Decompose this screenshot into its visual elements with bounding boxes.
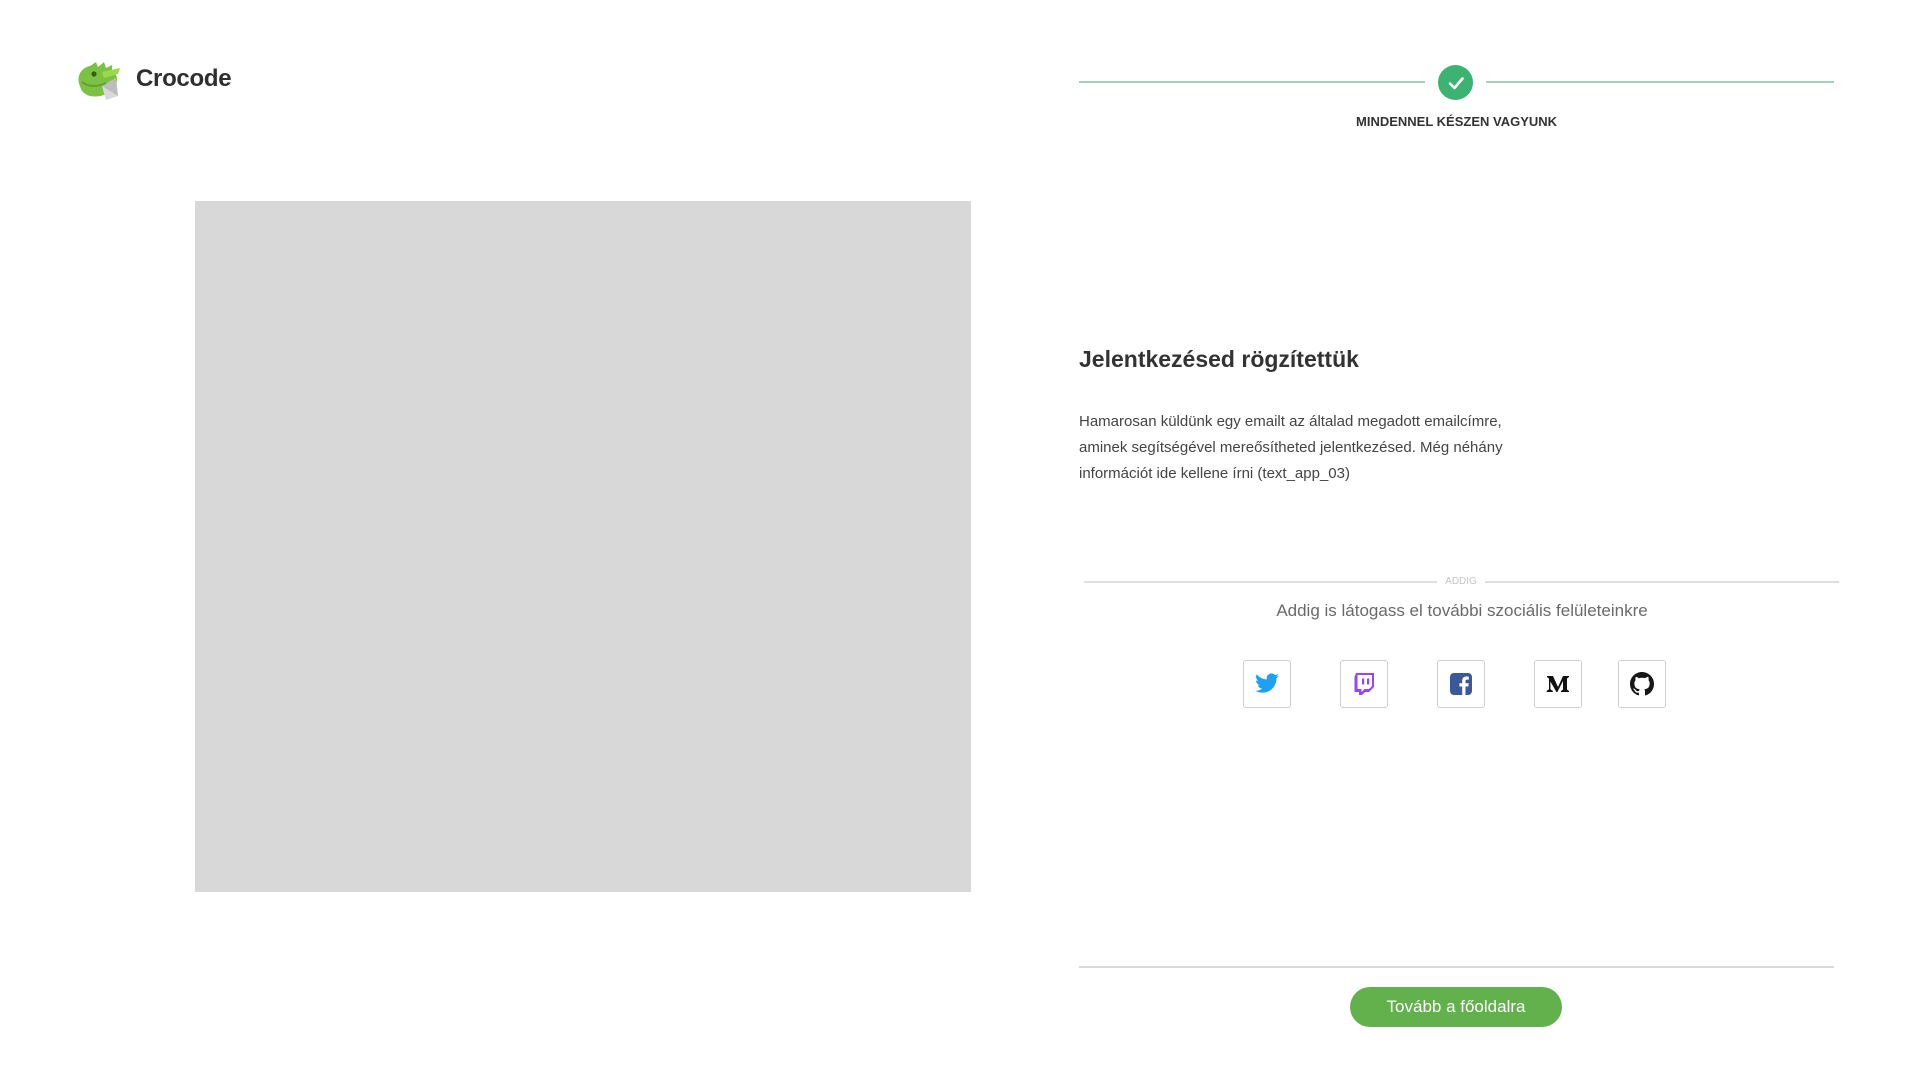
twitter-icon: [1255, 673, 1279, 693]
medium-link[interactable]: [1534, 660, 1582, 708]
section-divider: ADDIG: [1084, 573, 1839, 591]
divider-rule-left: [1084, 581, 1437, 583]
stepper-line-right: [1486, 81, 1834, 83]
medium-icon: [1546, 676, 1569, 692]
footer-divider: [1079, 966, 1834, 968]
github-icon: [1630, 672, 1654, 696]
divider-rule-right: [1485, 581, 1839, 583]
divider-label: ADDIG: [1445, 576, 1477, 587]
progress-stepper: MINDENNEL KÉSZEN VAGYUNK: [1079, 63, 1834, 133]
brand-logo[interactable]: Crocode: [72, 56, 232, 102]
stepper-label: MINDENNEL KÉSZEN VAGYUNK: [1356, 114, 1558, 129]
facebook-icon: [1450, 673, 1472, 695]
confirmation-title: Jelentkezésed rögzítettük: [1079, 346, 1359, 372]
stepper-step-complete: [1438, 65, 1473, 100]
crocodile-logo-icon: [78, 62, 120, 100]
image-placeholder: [195, 201, 971, 892]
twitter-link[interactable]: [1243, 660, 1291, 708]
facebook-link[interactable]: [1437, 660, 1485, 708]
github-link[interactable]: [1618, 660, 1666, 708]
twitch-icon: [1354, 673, 1374, 695]
social-caption: Addig is látogass el további szociális f…: [1276, 601, 1648, 620]
continue-to-homepage-button[interactable]: Tovább a főoldalra: [1350, 987, 1562, 1027]
stepper-line-left: [1079, 81, 1425, 83]
brand-name: Crocode: [136, 65, 232, 92]
confirmation-message: Hamarosan küldünk egy emailt az általad …: [1079, 413, 1503, 482]
checkmark-icon: [1448, 76, 1464, 89]
twitch-link[interactable]: [1340, 660, 1388, 708]
